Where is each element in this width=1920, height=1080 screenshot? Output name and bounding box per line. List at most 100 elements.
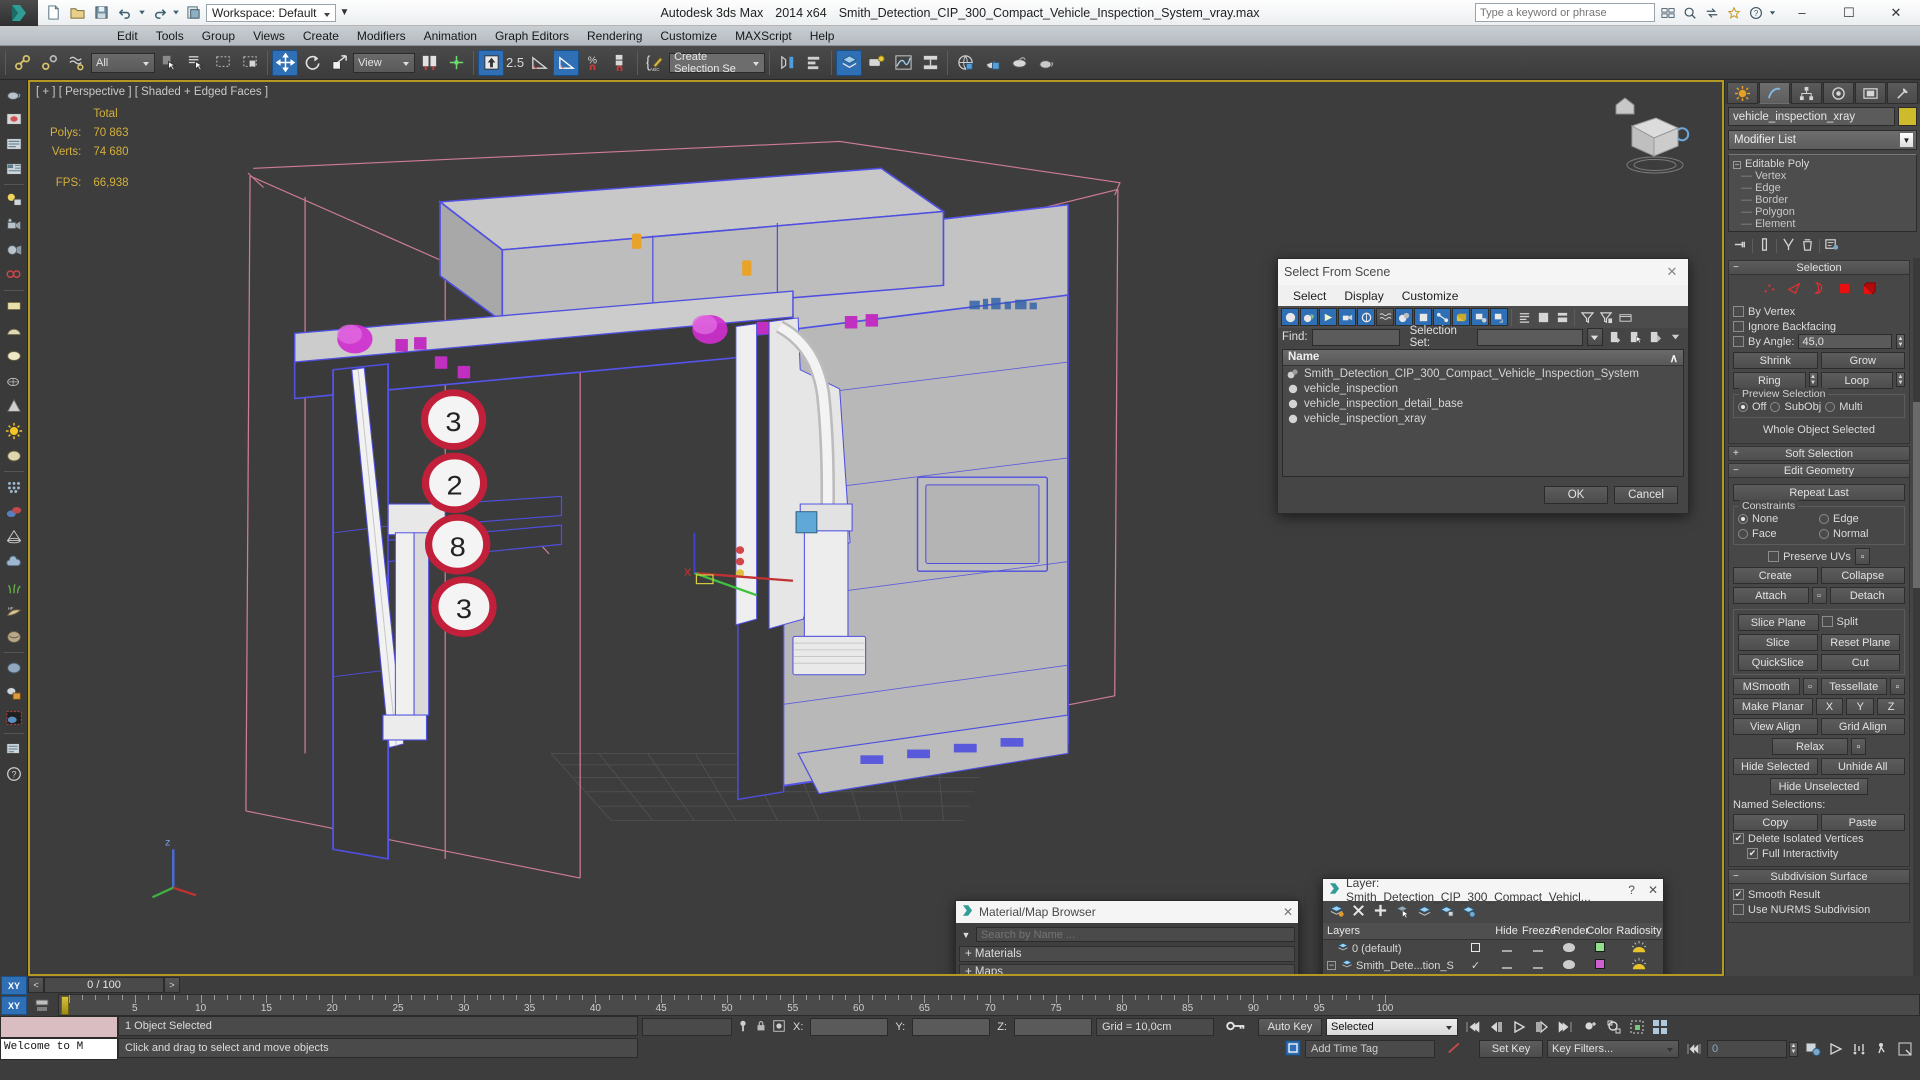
save-file-icon[interactable] xyxy=(90,3,112,23)
tab-motion[interactable] xyxy=(1823,82,1854,104)
shrink-button[interactable]: Shrink xyxy=(1733,352,1818,369)
select-set-icon[interactable] xyxy=(1627,328,1643,346)
layer-row[interactable]: − Smith_Dete...tion_S ✓ xyxy=(1323,957,1663,974)
radio-dot[interactable] xyxy=(1738,513,1748,524)
radio-preview-subobj[interactable]: SubObj xyxy=(1770,399,1821,414)
make-planar-y-button[interactable]: Y xyxy=(1846,698,1875,715)
layer-properties-icon[interactable] xyxy=(1461,903,1476,921)
zoom-extents-icon[interactable] xyxy=(1603,1017,1625,1037)
use-pivot-point-center-icon[interactable] xyxy=(416,50,442,76)
collapse-icon[interactable]: − xyxy=(1733,465,1739,476)
collapse-all-icon[interactable] xyxy=(1553,308,1571,326)
grass-icon[interactable] xyxy=(2,575,26,599)
make-unique-icon[interactable] xyxy=(1781,237,1796,255)
preserve-uvs-settings-icon[interactable]: ▫ xyxy=(1854,548,1870,565)
rollout-header-soft-selection[interactable]: + Soft Selection xyxy=(1728,446,1910,461)
mesh-teapot-icon[interactable] xyxy=(2,369,26,393)
layer-render-cell[interactable] xyxy=(1553,959,1584,972)
layer-manager-dialog[interactable]: Layer: Smith_Detection_CIP_300_Compact_V… xyxy=(1322,876,1664,976)
select-and-link-icon[interactable] xyxy=(10,50,36,76)
display-space-warps-icon[interactable] xyxy=(1376,308,1394,326)
layer-color-cell[interactable] xyxy=(1584,942,1615,955)
view-cube[interactable] xyxy=(1612,108,1692,178)
layer-name-cell[interactable]: vehicle_ins..._de xyxy=(1323,975,1460,976)
auto-key-button[interactable]: Auto Key xyxy=(1257,1018,1322,1036)
hide-unhide-layer-icon[interactable] xyxy=(1439,903,1454,921)
tessellate-settings-icon[interactable]: ▫ xyxy=(1890,678,1905,695)
display-geometry-icon[interactable] xyxy=(1281,308,1299,326)
list-item[interactable]: vehicle_inspection_detail_base xyxy=(1283,396,1683,411)
filter-dropdown-icon[interactable]: ▼ xyxy=(959,930,973,940)
exchange-icon[interactable] xyxy=(1702,3,1721,22)
object-color-swatch[interactable] xyxy=(1898,107,1917,126)
display-cameras-icon[interactable] xyxy=(1338,308,1356,326)
layer-radiosity-cell[interactable] xyxy=(1615,940,1663,957)
radio-dot[interactable] xyxy=(1819,513,1829,524)
sort-arrow-icon[interactable]: ∧ xyxy=(1670,351,1678,365)
key-mode-toggle-icon[interactable] xyxy=(1218,1019,1254,1036)
search-input[interactable] xyxy=(1475,3,1655,22)
physical-camera-icon[interactable] xyxy=(2,238,26,262)
stack-subobject-polygon[interactable]: Polygon xyxy=(1733,206,1912,218)
radio-preview-multi[interactable]: Multi xyxy=(1825,399,1862,414)
dome-primitive-icon[interactable] xyxy=(2,319,26,343)
hair-and-fur-icon[interactable]: HF xyxy=(2,600,26,624)
select-and-rotate-icon[interactable] xyxy=(299,50,325,76)
checkbox-smooth-result[interactable]: ✔ Smooth Result xyxy=(1733,887,1905,902)
z-input[interactable] xyxy=(1013,1018,1092,1036)
tab-utilities[interactable] xyxy=(1887,82,1918,104)
sphere-gizmo-icon[interactable] xyxy=(2,444,26,468)
checkbox-box[interactable]: ✔ xyxy=(1747,848,1758,859)
stack-subobject-element[interactable]: Element xyxy=(1733,218,1912,230)
maxscript-mini-listener-output[interactable] xyxy=(0,1016,118,1038)
radio-dot[interactable] xyxy=(1738,528,1748,539)
menu-item-edit[interactable]: Edit xyxy=(108,26,147,46)
menu-item-create[interactable]: Create xyxy=(294,26,348,46)
grid-view-icon[interactable] xyxy=(1658,3,1677,22)
menu-item-tools[interactable]: Tools xyxy=(147,26,193,46)
sun-icon[interactable] xyxy=(2,419,26,443)
checkbox-ignore-backfacing[interactable]: Ignore Backfacing xyxy=(1733,319,1905,334)
menu-item-modifiers[interactable]: Modifiers xyxy=(348,26,415,46)
stack-item-editable-poly[interactable]: − Editable Poly xyxy=(1733,158,1912,170)
close-icon[interactable]: ✕ xyxy=(1283,905,1293,919)
layer-name-cell[interactable]: − Smith_Dete...tion_S xyxy=(1323,958,1460,973)
maximize-button[interactable]: ☐ xyxy=(1827,0,1871,26)
view-align-button[interactable]: View Align xyxy=(1733,718,1818,735)
layer-active-check[interactable]: ✓ xyxy=(1471,960,1480,972)
display-xrefs-icon[interactable] xyxy=(1414,308,1432,326)
stack-subobject-vertex[interactable]: Vertex xyxy=(1733,170,1912,182)
angle-snap-icon[interactable] xyxy=(526,50,552,76)
checkbox-box[interactable]: ✔ xyxy=(1733,889,1744,900)
undo-icon[interactable] xyxy=(114,3,136,23)
group-materials[interactable]: + Materials xyxy=(959,946,1295,962)
material-preview-icon[interactable] xyxy=(2,681,26,705)
tab-modify[interactable] xyxy=(1759,82,1790,104)
list-view-icon[interactable] xyxy=(1515,308,1533,326)
radio-dot[interactable] xyxy=(1738,401,1748,412)
y-input[interactable] xyxy=(912,1018,991,1036)
attach-settings-icon[interactable]: ▫ xyxy=(1811,587,1827,604)
cloud-icon[interactable] xyxy=(2,550,26,574)
time-configuration-icon[interactable] xyxy=(1802,1039,1824,1059)
unhide-all-button[interactable]: Unhide All xyxy=(1820,758,1905,775)
display-influences-icon[interactable] xyxy=(1490,308,1508,326)
min-max-toggle-icon[interactable] xyxy=(1894,1039,1916,1059)
display-containers-icon[interactable] xyxy=(1452,308,1470,326)
object-name-input[interactable] xyxy=(1728,107,1895,126)
key-filters-button[interactable]: Key Filters... xyxy=(1547,1040,1679,1058)
max-logo-icon[interactable] xyxy=(0,0,38,26)
stack-subobject-border[interactable]: Border xyxy=(1733,194,1912,206)
highlight-selected-objects-icon[interactable] xyxy=(1417,903,1432,921)
play-animation-button[interactable] xyxy=(1508,1017,1530,1037)
rendered-frame-settings-icon[interactable] xyxy=(2,157,26,181)
delete-layer-icon[interactable] xyxy=(1351,903,1366,921)
select-and-scale-icon[interactable] xyxy=(326,50,352,76)
layer-radiosity-cell[interactable] xyxy=(1615,957,1663,974)
project-folder-icon[interactable] xyxy=(182,3,204,23)
set-key-button[interactable]: Set Key xyxy=(1479,1040,1543,1058)
checkbox-split[interactable]: Split xyxy=(1821,614,1901,629)
list-column-header[interactable]: Name ∧ xyxy=(1283,350,1683,366)
select-objects-in-layer-icon[interactable] xyxy=(1395,903,1410,921)
edge-subobject-icon[interactable] xyxy=(1787,281,1802,299)
